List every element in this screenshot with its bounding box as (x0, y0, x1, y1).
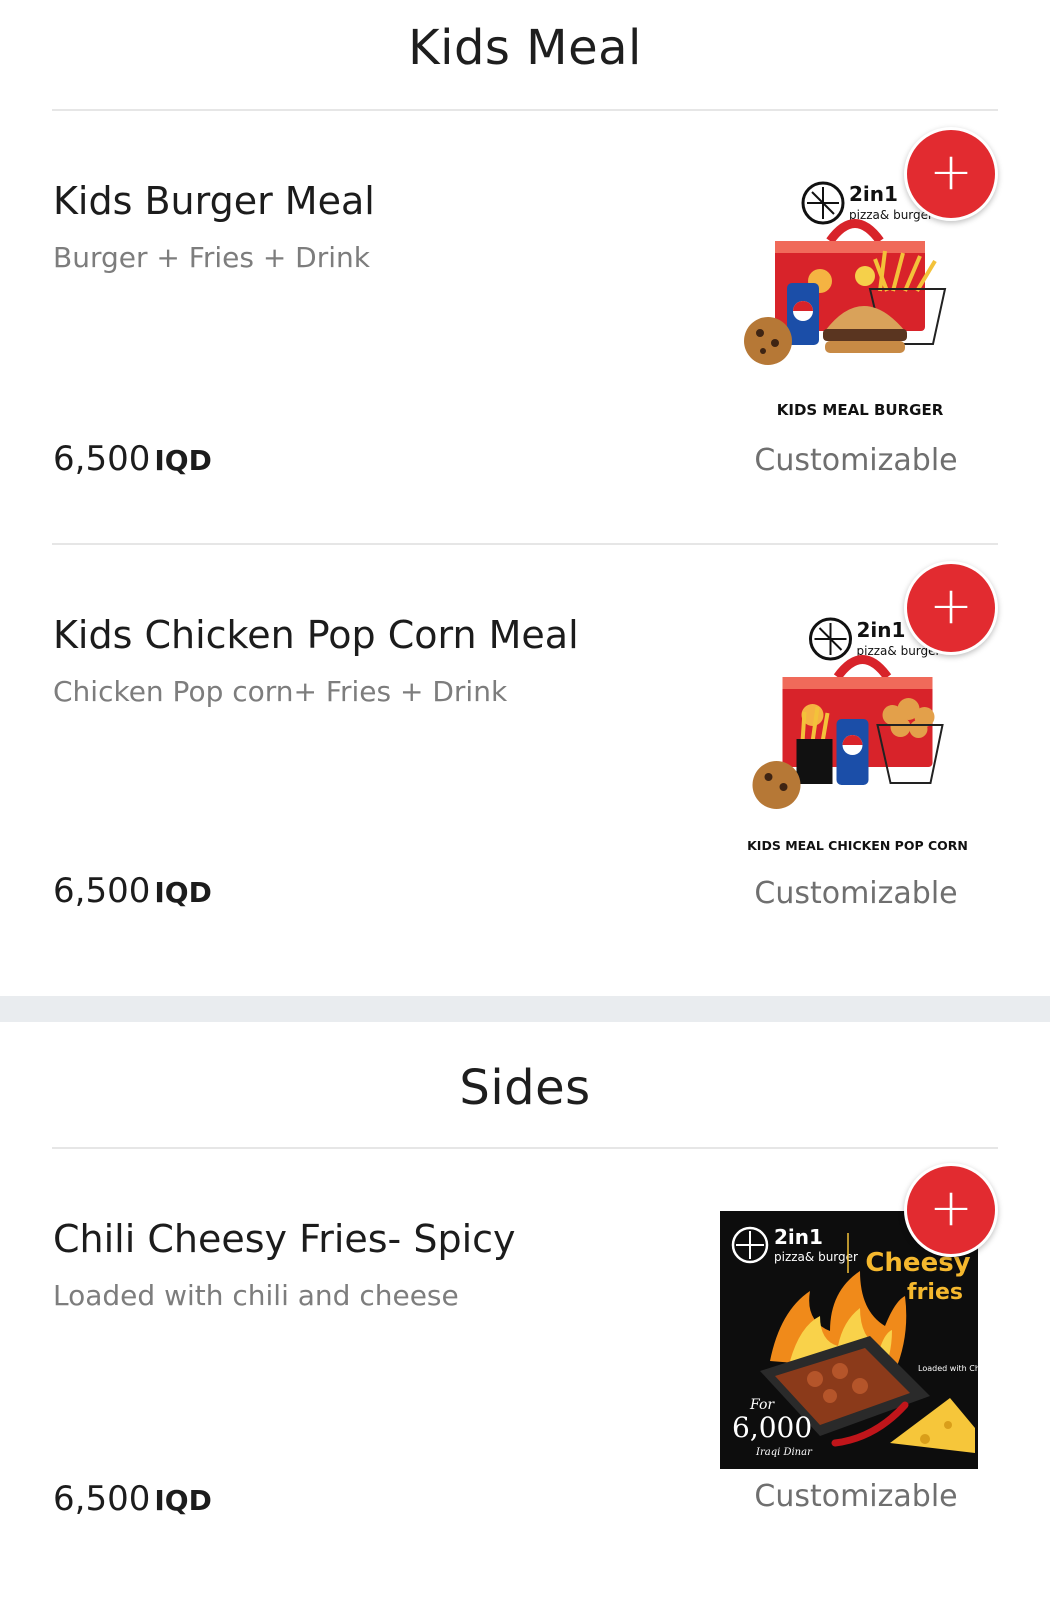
price-currency: IQD (154, 876, 212, 909)
image-caption: KIDS MEAL BURGER (777, 401, 944, 419)
image-caption: KIDS MEAL CHICKEN POP CORN (747, 838, 968, 853)
add-to-cart-button[interactable]: + (904, 1163, 998, 1257)
kids-meal-section: Kids Meal Kids Burger Meal Burger + Frie… (0, 0, 1050, 996)
price-currency: IQD (154, 444, 212, 477)
price-value: 6,500 (53, 1479, 151, 1519)
section-title: Kids Meal (408, 20, 642, 76)
item-description: Burger + Fries + Drink (53, 241, 370, 274)
menu-item[interactable]: Kids Chicken Pop Corn Meal Chicken Pop c… (0, 545, 1050, 996)
promo-price: 6,000 (732, 1411, 812, 1444)
add-to-cart-button[interactable]: + (904, 127, 998, 221)
item-name: Kids Chicken Pop Corn Meal (53, 613, 579, 657)
plus-icon: + (929, 142, 973, 202)
price-currency: IQD (154, 1484, 212, 1517)
menu-item[interactable]: Kids Burger Meal Burger + Fries + Drink … (0, 111, 1050, 543)
brand-name: 2in1 (857, 618, 906, 642)
sides-section: Sides Chili Cheesy Fries- Spicy Loaded w… (0, 1022, 1050, 1600)
menu-item[interactable]: Chili Cheesy Fries- Spicy Loaded with ch… (0, 1149, 1050, 1600)
item-name: Kids Burger Meal (53, 179, 375, 223)
section-title: Sides (459, 1060, 591, 1116)
price-value: 6,500 (53, 871, 151, 911)
item-description: Chicken Pop corn+ Fries + Drink (53, 675, 508, 708)
customizable-label: Customizable (754, 1479, 958, 1514)
customizable-label: Customizable (754, 876, 958, 911)
add-to-cart-button[interactable]: + (904, 561, 998, 655)
plus-icon: + (929, 1178, 973, 1238)
item-price: 6,500 IQD (53, 871, 212, 911)
section-separator (0, 996, 1050, 1022)
brand-sub: pizza& burger (774, 1250, 858, 1264)
item-price: 6,500 IQD (53, 439, 212, 479)
brand-name: 2in1 (849, 182, 898, 206)
promo-currency: Iraqi Dinar (755, 1447, 813, 1458)
image-headline-2: fries (907, 1280, 963, 1305)
plus-icon: + (929, 576, 973, 636)
brand-name: 2in1 (774, 1225, 823, 1249)
image-note: Loaded with Chili and Cheese (918, 1364, 978, 1373)
item-description: Loaded with chili and cheese (53, 1279, 459, 1312)
item-price: 6,500 IQD (53, 1479, 212, 1519)
item-name: Chili Cheesy Fries- Spicy (53, 1217, 516, 1261)
customizable-label: Customizable (754, 443, 958, 478)
price-value: 6,500 (53, 439, 151, 479)
